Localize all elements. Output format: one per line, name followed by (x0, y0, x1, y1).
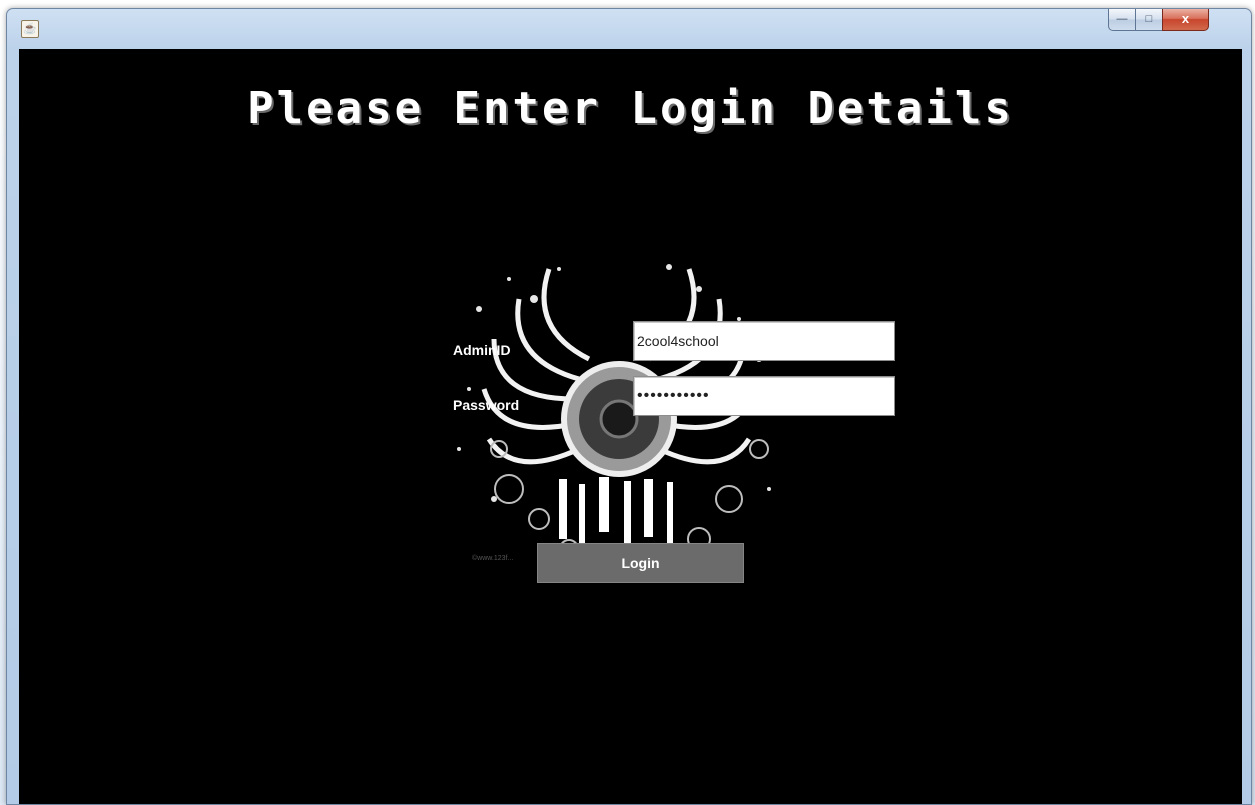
login-button[interactable]: Login (537, 543, 744, 583)
password-input[interactable]: ••••••••••• (633, 376, 895, 416)
page-title: Please Enter Login Details (247, 83, 1014, 134)
maximize-button[interactable]: □ (1135, 9, 1163, 31)
minimize-button[interactable]: — (1108, 9, 1136, 31)
close-button[interactable]: x (1162, 9, 1209, 31)
java-cup-icon[interactable]: ☕ (21, 20, 39, 38)
password-label: Password (453, 397, 520, 413)
title-bar[interactable]: ☕ — □ x (7, 9, 1251, 47)
admin-id-label: AdminID (453, 342, 511, 358)
login-window: ☕ — □ x Please Enter Login Details Admin… (6, 8, 1252, 805)
artwork-watermark: ©www.123f... (472, 555, 514, 562)
login-panel: Please Enter Login Details AdminID 2cool… (19, 49, 1242, 804)
admin-id-input[interactable]: 2cool4school (633, 321, 895, 361)
